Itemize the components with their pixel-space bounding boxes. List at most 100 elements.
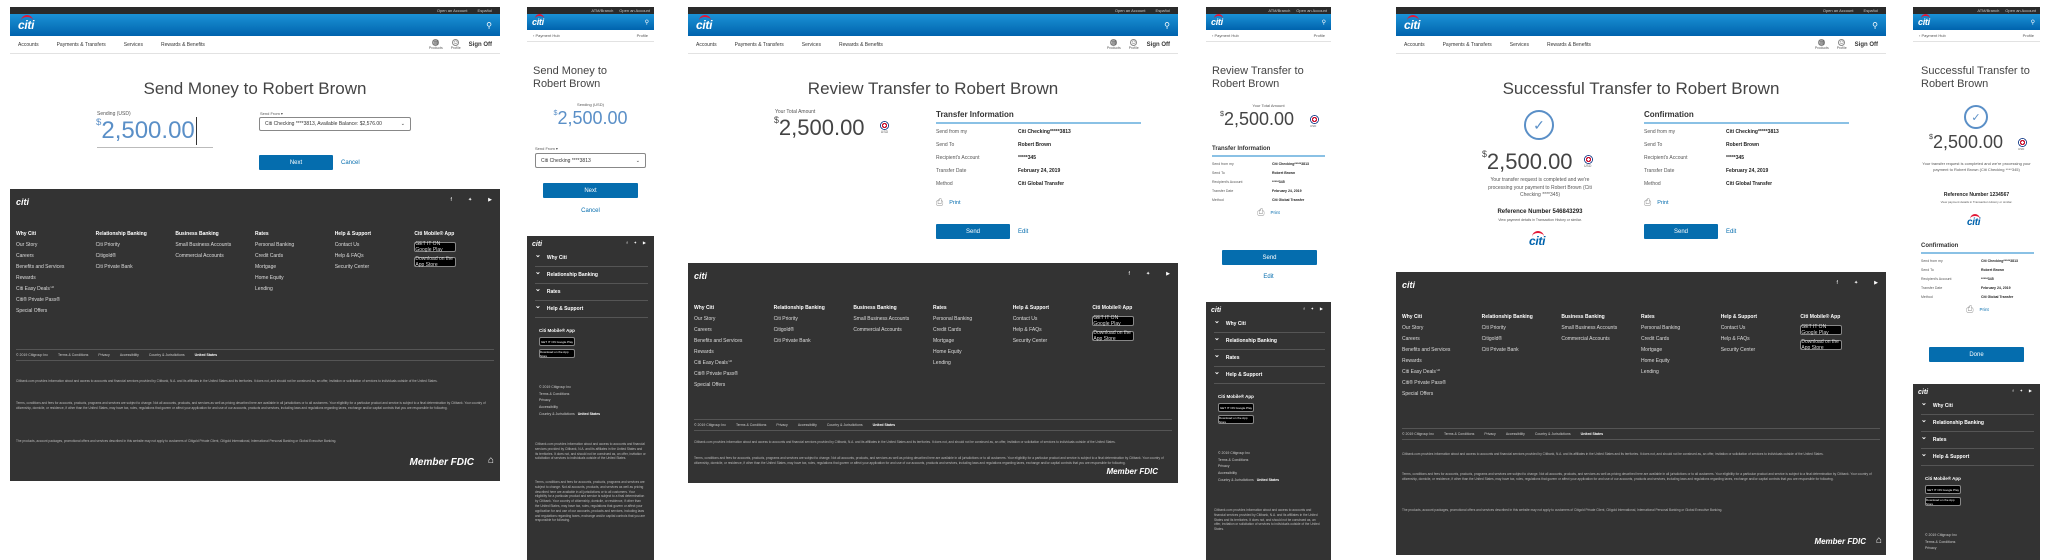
footer-link[interactable]: Citigold® [774,327,854,333]
send-button[interactable]: Send [1222,250,1317,265]
footer-link[interactable]: Citi® Private Pass® [694,371,774,377]
nav-accounts[interactable]: Accounts [18,42,39,48]
footer-link[interactable]: Commercial Accounts [175,253,255,259]
footer-link[interactable]: Small Business Accounts [853,316,933,322]
footer-link[interactable]: Citi Private Bank [774,338,854,344]
footer-link[interactable]: Lending [255,286,335,292]
citi-logo[interactable]: citi [18,15,34,32]
footer-link[interactable]: Security Center [335,264,415,270]
search-icon[interactable]: ⚲ [1164,21,1170,30]
espanol-link[interactable]: Español [478,8,492,13]
send-button[interactable]: Send [936,224,1010,239]
search-icon[interactable]: ⚲ [645,19,649,26]
cancel-link[interactable]: Cancel [341,160,360,166]
twitter-icon[interactable]: ✦ [1311,306,1314,311]
footer-link[interactable]: Home Equity [933,349,1013,355]
nav-accounts[interactable]: Accounts [696,42,717,48]
footer-link[interactable]: Commercial Accounts [1561,336,1641,342]
citi-logo[interactable]: citi [1918,14,1930,27]
print-button[interactable]: ⎙ Print [936,197,1141,208]
footer-link[interactable]: Lending [1641,369,1721,375]
send-from-select[interactable]: Citi Checking ****3813 ⌄ [535,153,646,168]
facebook-icon[interactable]: f [1303,306,1304,311]
edit-link[interactable]: Edit [1726,229,1736,235]
print-button[interactable]: ⎙ Print [1921,304,2034,315]
products-button[interactable]: ▦ Products [429,39,443,50]
profile-button[interactable]: ☺ Profile [1837,39,1847,50]
twitter-icon[interactable]: ✦ [1146,271,1150,277]
profile-button[interactable]: ☺ Profile [1129,39,1139,50]
footer-link[interactable]: Citi Private Bank [96,264,176,270]
footer-link[interactable]: Contact Us [1721,325,1801,331]
nav-rewards[interactable]: Rewards & Benefits [161,42,205,48]
accordion-why-citi[interactable]: Why Citi [535,250,648,267]
search-icon[interactable]: ⚲ [486,21,492,30]
search-icon[interactable]: ⚲ [1872,21,1878,30]
footer-link[interactable]: Help & FAQs [1013,327,1093,333]
footer-link[interactable]: Benefits and Services [1402,347,1482,353]
done-button[interactable]: Done [1929,347,2024,362]
send-from-select[interactable]: Citi Checking ****3813, Available Balanc… [259,117,411,131]
footer-link[interactable]: Benefits and Services [16,264,96,270]
footer-link[interactable]: Commercial Accounts [853,327,933,333]
youtube-icon[interactable]: ▶ [643,240,646,245]
accordion-help[interactable]: Help & Support [535,301,648,318]
profile-button[interactable]: ☺ Profile [451,39,461,50]
app-store-badge[interactable]: Download on the App Store [414,256,457,268]
footer-link[interactable]: Security Center [1013,338,1093,344]
nav-payments[interactable]: Payments & Transfers [735,42,784,48]
footer-link[interactable]: Small Business Accounts [175,242,255,248]
app-store-badge[interactable]: Download on the App Store [539,349,575,358]
footer-link[interactable]: Careers [16,253,96,259]
google-play-badge[interactable]: GET IT ON Google Play [539,337,575,346]
footer-link[interactable]: Lending [933,360,1013,366]
products-button[interactable]: ▦ Products [1107,39,1121,50]
footer-link[interactable]: Citigold® [1482,336,1562,342]
footer-logo[interactable]: citi [16,197,29,207]
send-button[interactable]: Send [1644,224,1718,239]
edit-link[interactable]: Edit [1018,229,1028,235]
amount-input[interactable]: $2,500.00 [527,108,654,129]
twitter-icon[interactable]: ✦ [1854,280,1858,286]
youtube-icon[interactable]: ▶ [488,197,492,203]
youtube-icon[interactable]: ▶ [2029,388,2032,393]
footer-link[interactable]: Help & FAQs [335,253,415,259]
footer-link[interactable]: Careers [694,327,774,333]
citi-logo[interactable]: citi [696,15,712,32]
footer-link[interactable]: Mortgage [255,264,335,270]
footer-logo[interactable]: citi [694,271,707,281]
footer-link[interactable]: Rewards [1402,358,1482,364]
print-button[interactable]: ⎙ Print [1644,197,1849,208]
footer-link[interactable]: Citi Easy Deals℠ [1402,369,1482,375]
footer-link[interactable]: Credit Cards [933,327,1013,333]
footer-link[interactable]: Citi Easy Deals℠ [694,360,774,366]
facebook-icon[interactable]: f [626,240,627,245]
footer-link[interactable]: Citi Private Bank [1482,347,1562,353]
twitter-icon[interactable]: ✦ [634,240,637,245]
footer-link[interactable]: Citi Priority [774,316,854,322]
footer-link[interactable]: Help & FAQs [1721,336,1801,342]
footer-link[interactable]: Personal Banking [255,242,335,248]
footer-link[interactable]: Personal Banking [933,316,1013,322]
google-play-badge[interactable]: GET IT ON Google Play [1800,324,1843,336]
footer-link[interactable]: Careers [1402,336,1482,342]
youtube-icon[interactable]: ▶ [1874,280,1878,286]
footer-link[interactable]: Citigold® [96,253,176,259]
payment-hub-link[interactable]: ‹ Payment Hub [533,33,560,38]
facebook-icon[interactable]: f [1837,280,1838,286]
footer-link[interactable]: Citi Priority [96,242,176,248]
search-icon[interactable]: ⚲ [2031,19,2035,26]
footer-link[interactable]: Contact Us [1013,316,1093,322]
footer-link[interactable]: Our Story [16,242,96,248]
next-button[interactable]: Next [259,155,333,170]
footer-link[interactable]: Citi Easy Deals℠ [16,286,96,292]
next-button[interactable]: Next [543,183,638,198]
footer-link[interactable]: Security Center [1721,347,1801,353]
footer-link[interactable]: Rewards [16,275,96,281]
footer-link[interactable]: Credit Cards [1641,336,1721,342]
footer-logo[interactable]: citi [532,241,542,248]
nav-payments[interactable]: Payments & Transfers [57,42,106,48]
nav-rewards[interactable]: Rewards & Benefits [839,42,883,48]
footer-link[interactable]: Personal Banking [1641,325,1721,331]
facebook-icon[interactable]: f [2012,388,2013,393]
